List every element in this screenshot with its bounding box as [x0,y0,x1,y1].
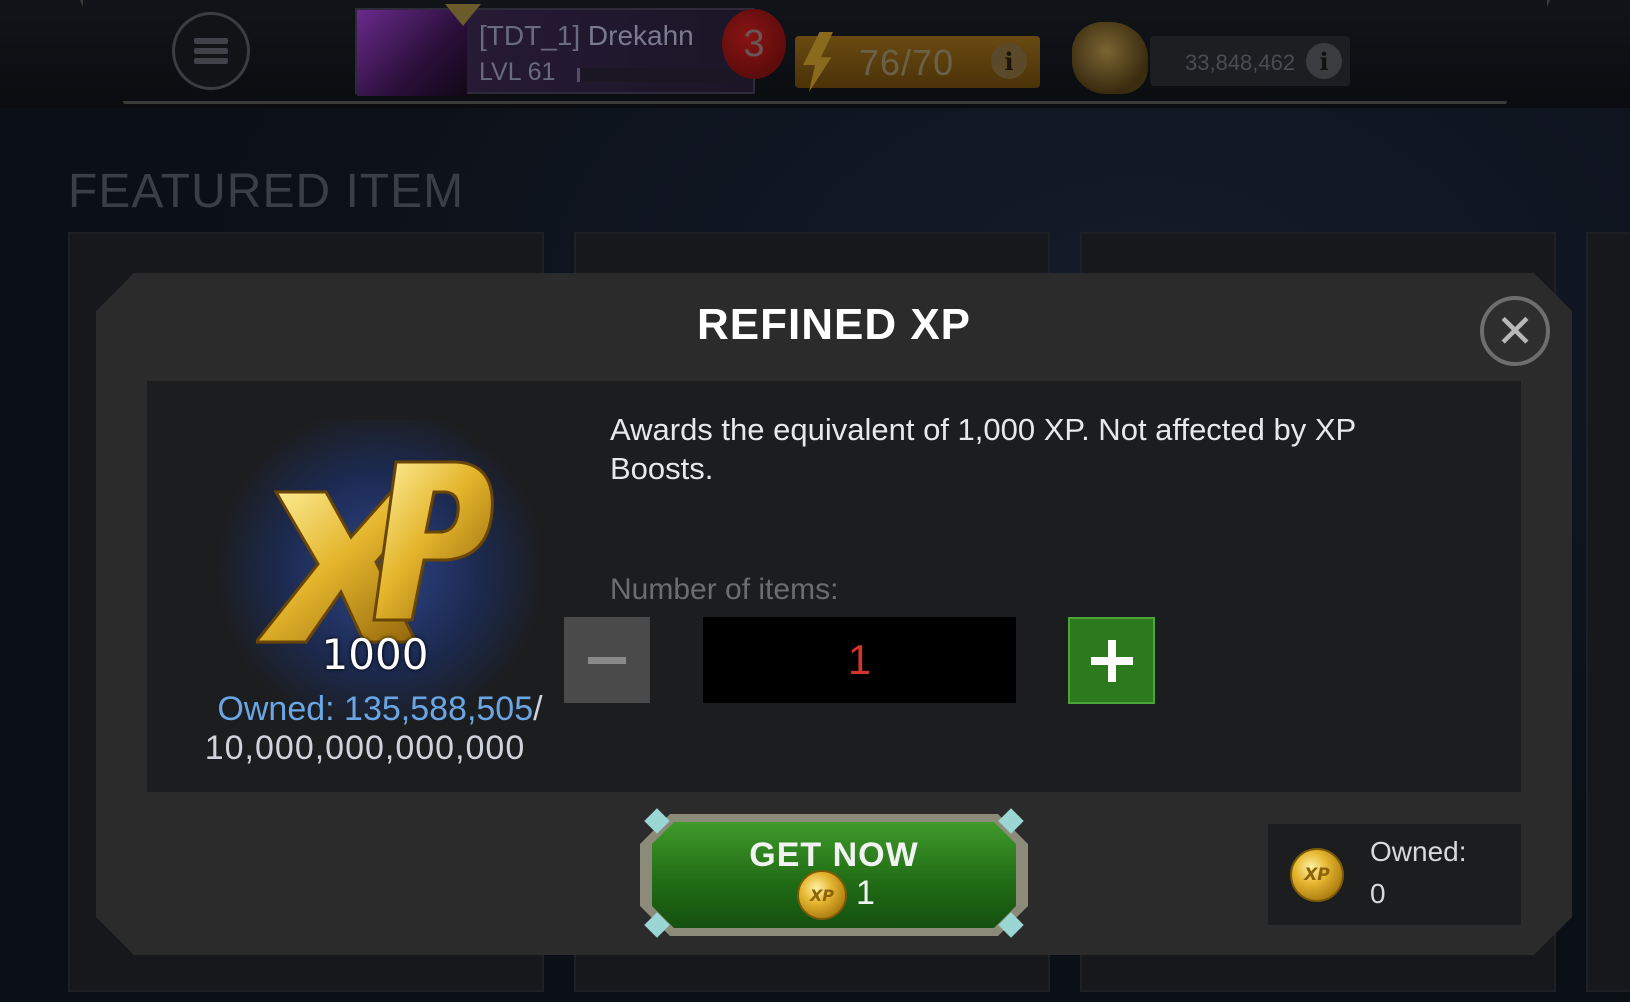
get-now-label: GET NOW [749,836,919,874]
increase-quantity-button[interactable] [1068,617,1155,704]
top-hud: [TDT_1] Drekahn LVL 61 3 76/70 i 33,848,… [0,0,1630,108]
energy-bolt-icon [803,32,833,92]
menu-icon [194,38,228,64]
player-level: LVL 61 [479,58,556,86]
minus-icon [588,656,626,664]
player-name-text: Drekahn [587,20,694,51]
gold-icon [1072,22,1148,94]
player-name: [TDT_1] Drekahn [479,20,694,52]
player-profile[interactable]: [TDT_1] Drekahn LVL 61 [355,4,755,96]
xp-coin-icon: XP [797,870,847,920]
item-description: Awards the equivalent of 1,000 XP. Not a… [610,412,1356,486]
owned-max: 10,000,000,000,000 [204,729,526,767]
xp-coin-icon: XP [1290,848,1344,902]
owned-label: Owned: [217,690,335,728]
owned-separator: / [533,690,543,728]
level-progress-bar [577,68,747,82]
quantity-label: Number of items: [610,573,839,606]
dialog-title: REFINED XP [696,300,972,349]
section-title: FEATURED ITEM [68,165,465,218]
close-button[interactable]: ✕ [1480,296,1550,366]
gold-value: 33,848,462 [1185,50,1296,75]
game-screen: [TDT_1] Drekahn LVL 61 3 76/70 i 33,848,… [0,0,1630,1002]
info-icon[interactable]: i [991,43,1027,79]
currency-owned-label: Owned: [1370,836,1467,867]
close-icon: ✕ [1495,305,1535,357]
cost-value: 1 [856,874,875,912]
owned-count: Owned: 135,588,505/ [190,690,570,729]
energy-value: 76/70 [859,42,955,83]
energy-meter[interactable]: 76/70 i [795,32,1040,92]
info-icon[interactable]: i [1306,43,1342,79]
xp-item-icon [256,460,494,644]
owned-value: 135,588,505 [344,690,534,728]
rank-chevron-icon [445,4,481,26]
quantity-field[interactable]: 1 [703,617,1016,703]
item-amount: 1000 [321,630,429,679]
notification-badge[interactable]: 3 [722,9,786,79]
menu-button[interactable] [172,12,250,90]
decrease-quantity-button[interactable] [564,617,650,703]
currency-owned-value: 0 [1370,878,1386,909]
player-tag: [TDT_1] [479,20,581,51]
